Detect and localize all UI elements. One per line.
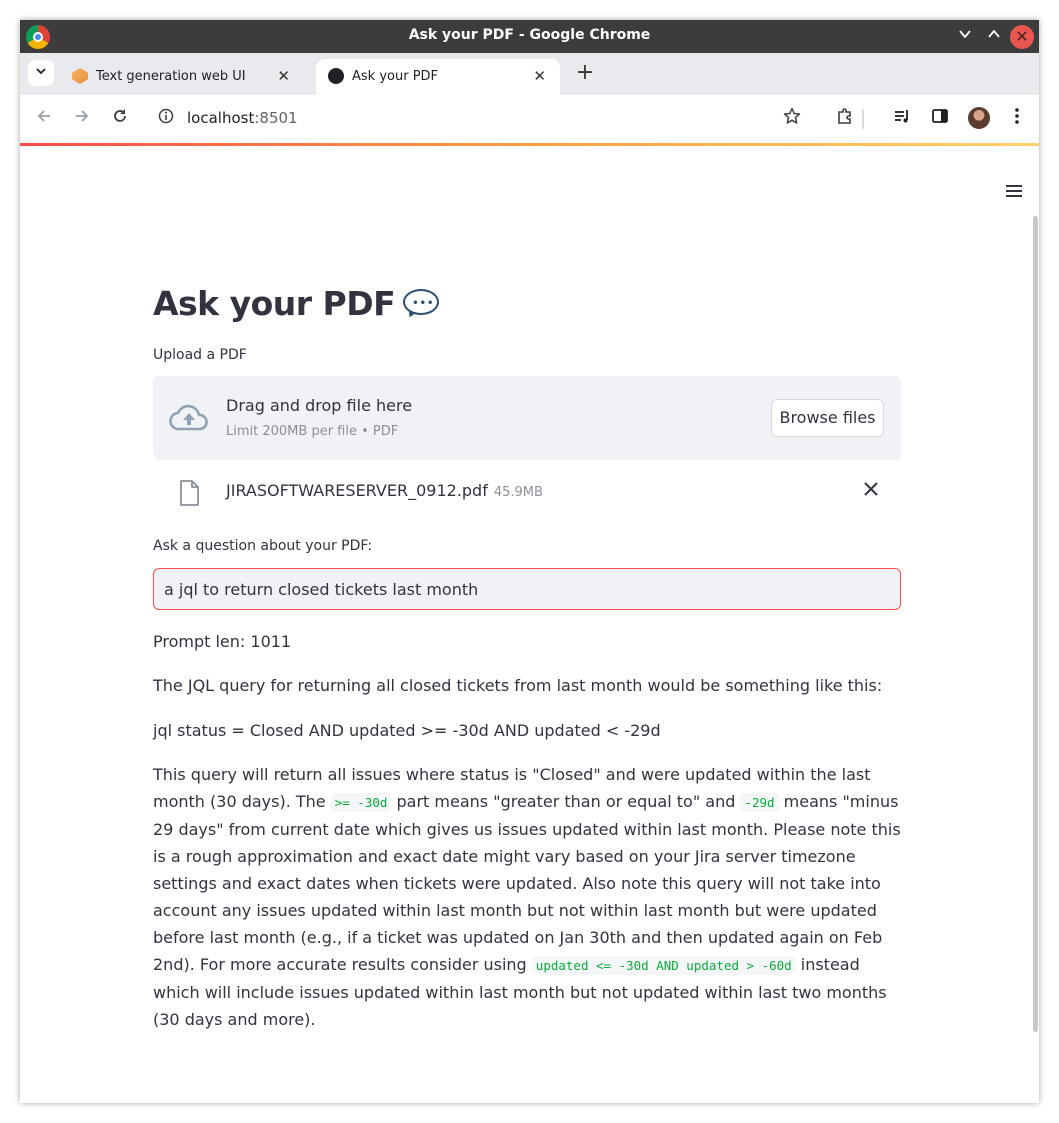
page-scrollbar[interactable] xyxy=(1033,216,1038,1032)
cloud-upload-icon xyxy=(169,402,209,432)
explanation-text: means "minus 29 days" from current date … xyxy=(153,792,901,974)
close-tab-icon[interactable]: ✕ xyxy=(277,67,290,85)
reload-icon[interactable] xyxy=(108,107,132,131)
browser-window: Ask your PDF - Google Chrome ✕ Text gene… xyxy=(20,20,1039,1103)
file-icon xyxy=(178,480,200,506)
page-title: Ask your PDF ••• xyxy=(153,284,441,323)
tab-ask-your-pdf[interactable]: Ask your PDF ✕ xyxy=(316,59,560,95)
close-tab-icon[interactable]: ✕ xyxy=(533,67,546,85)
browse-files-button[interactable]: Browse files xyxy=(771,399,884,437)
main-menu-icon[interactable] xyxy=(1006,185,1022,197)
profile-avatar[interactable] xyxy=(968,107,990,129)
answer-explanation: This query will return all issues where … xyxy=(153,761,901,1033)
maximize-icon[interactable] xyxy=(981,24,1007,50)
inline-code: >= -30d xyxy=(330,793,392,812)
toolbar-divider xyxy=(862,109,864,129)
tab-search-button[interactable] xyxy=(28,60,54,86)
side-panel-icon[interactable] xyxy=(928,107,952,131)
forward-arrow-icon[interactable] xyxy=(70,107,94,131)
site-info-icon[interactable] xyxy=(154,107,178,131)
inline-code: -29d xyxy=(740,793,779,812)
address-bar[interactable]: localhost:8501 xyxy=(187,109,298,127)
text-generation-favicon-icon xyxy=(72,68,88,84)
uploaded-file: JIRASOFTWARESERVER_0912.pdf 45.9MB xyxy=(226,481,543,500)
inline-code: updated <= -30d AND updated > -60d xyxy=(531,956,796,975)
media-controls-icon[interactable] xyxy=(890,107,914,131)
explanation-text: part means "greater than or equal to" an… xyxy=(391,792,741,811)
question-input[interactable] xyxy=(153,568,901,610)
url-host: localhost xyxy=(187,109,255,127)
uploader-label: Upload a PDF xyxy=(153,347,247,363)
file-size: 45.9MB xyxy=(493,485,543,500)
dropzone-limit: Limit 200MB per file • PDF xyxy=(226,424,399,439)
streamlit-favicon-icon xyxy=(328,68,344,84)
bookmark-star-icon[interactable] xyxy=(780,107,804,131)
answer-jql: jql status = Closed AND updated >= -30d … xyxy=(153,721,661,740)
file-dropzone[interactable]: Drag and drop file here Limit 200MB per … xyxy=(153,376,901,460)
new-tab-button[interactable]: + xyxy=(572,61,598,87)
title-bar: Ask your PDF - Google Chrome ✕ xyxy=(20,20,1039,53)
url-port: :8501 xyxy=(254,109,298,127)
more-options-icon[interactable] xyxy=(1005,107,1029,131)
prompt-length: Prompt len: 1011 xyxy=(153,632,292,651)
extensions-puzzle-icon[interactable] xyxy=(833,107,857,131)
dropzone-title: Drag and drop file here xyxy=(226,396,413,415)
answer-intro: The JQL query for returning all closed t… xyxy=(153,676,883,695)
question-label: Ask a question about your PDF: xyxy=(153,538,373,554)
remove-file-icon[interactable] xyxy=(863,478,879,502)
back-arrow-icon[interactable] xyxy=(32,107,56,131)
page-title-text: Ask your PDF xyxy=(153,284,396,323)
minimize-icon[interactable] xyxy=(952,24,978,50)
app-page: Ask your PDF ••• Upload a PDF Drag and dr… xyxy=(20,146,1039,1103)
speech-bubble-icon: ••• xyxy=(401,287,441,320)
window-close-icon[interactable]: ✕ xyxy=(1010,25,1034,49)
tab-strip: Text generation web UI ✕ Ask your PDF ✕ … xyxy=(20,53,1039,95)
tab-text-generation[interactable]: Text generation web UI ✕ xyxy=(60,59,304,95)
tab-label: Text generation web UI xyxy=(96,69,246,84)
file-name: JIRASOFTWARESERVER_0912.pdf xyxy=(226,481,488,500)
tab-label: Ask your PDF xyxy=(352,69,439,84)
window-title: Ask your PDF - Google Chrome xyxy=(408,27,651,43)
browser-toolbar: localhost:8501 xyxy=(20,95,1039,143)
